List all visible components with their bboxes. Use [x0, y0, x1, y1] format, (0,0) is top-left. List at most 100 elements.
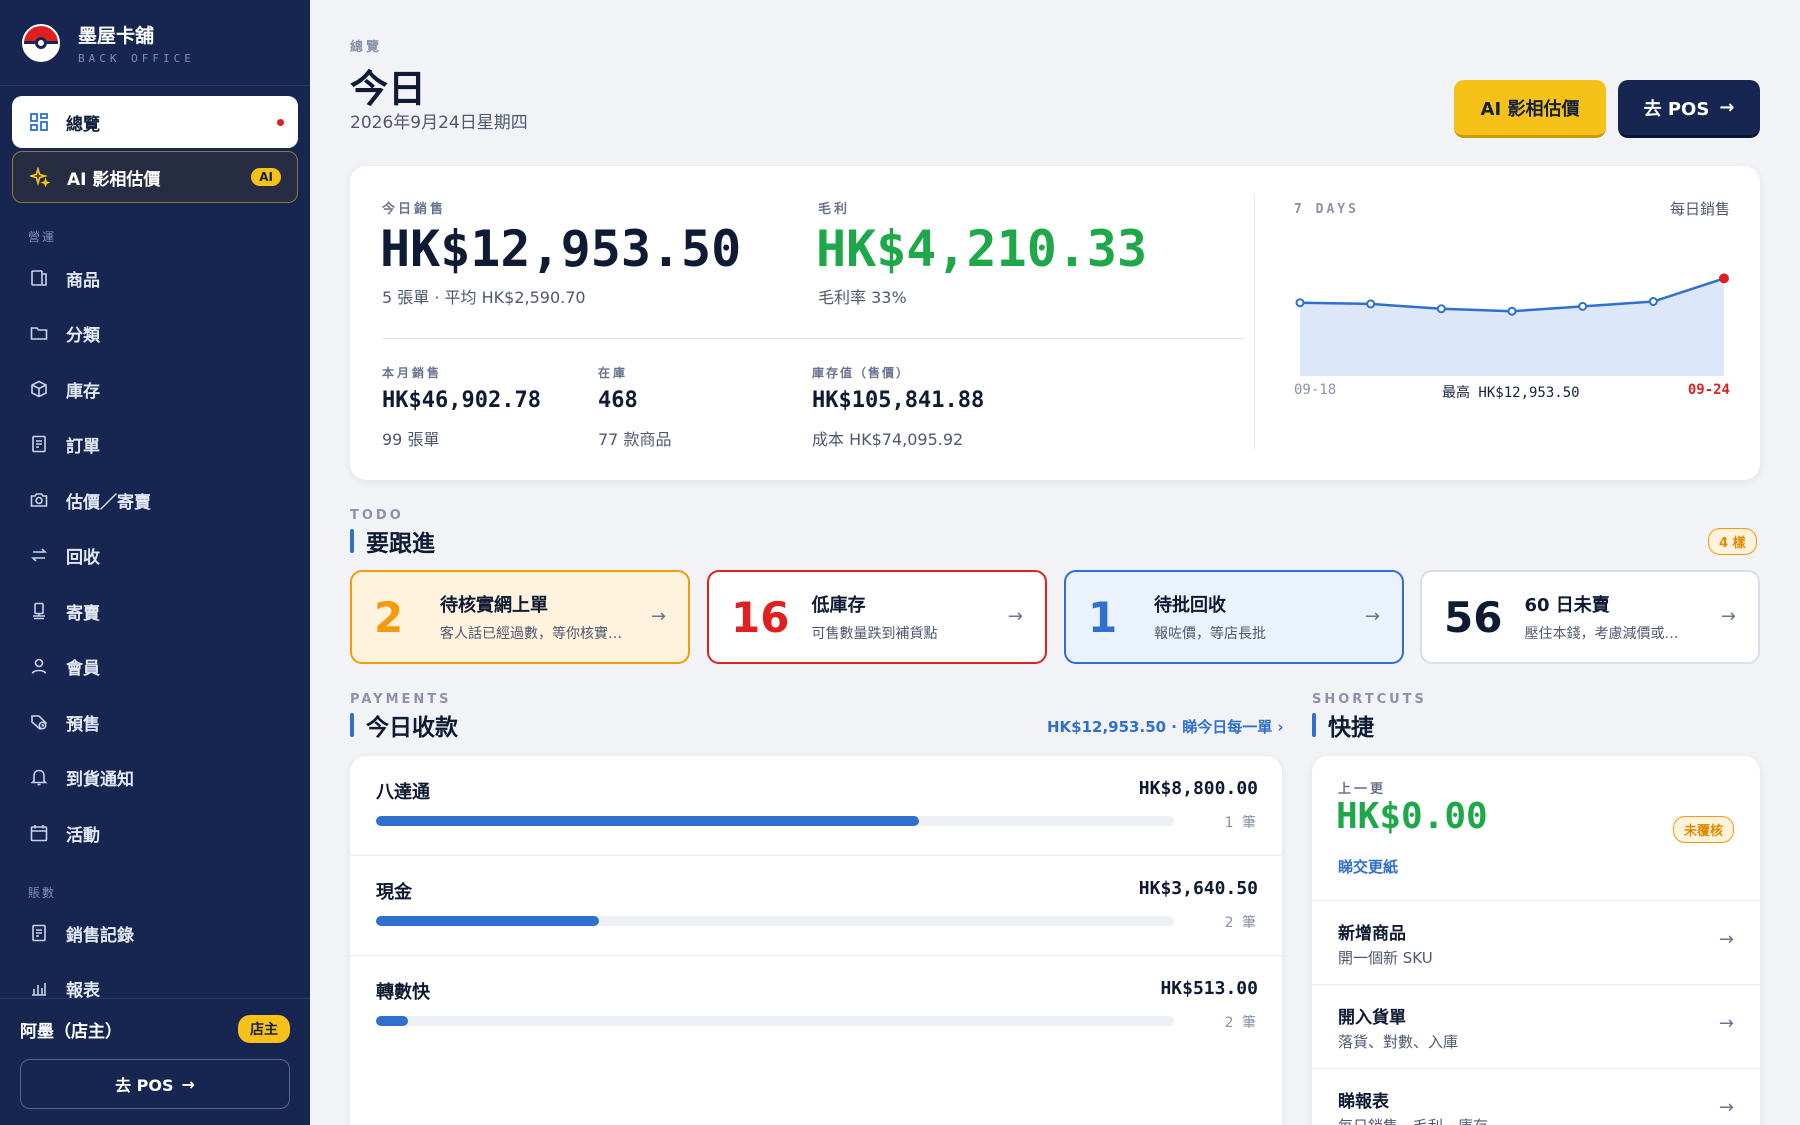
- todo-title: 60 日未賣: [1524, 595, 1610, 616]
- arrow-right-icon: →: [650, 606, 666, 627]
- go-pos-label: 去 POS: [1643, 98, 1710, 120]
- sidebar-item-label: 會員: [66, 658, 100, 679]
- page-eyebrow: 總覽: [350, 40, 383, 55]
- payment-method: 現金: [376, 882, 412, 903]
- shortcuts-heading: 快捷: [1312, 708, 1374, 742]
- todo-eyebrow: TODO: [350, 508, 404, 523]
- todo-desc: 可售數量跌到補貨點: [811, 626, 938, 642]
- sidebar-item-sales-records[interactable]: 銷售記錄: [12, 907, 298, 959]
- chart-icon: [28, 977, 50, 999]
- arrow-right-icon: →: [1718, 1097, 1734, 1118]
- todo-card-pending-buyback[interactable]: 1 待批回收 報咗價，等店長批 →: [1064, 570, 1404, 664]
- shortcut-desc: 落貨、對數、入庫: [1338, 1033, 1459, 1051]
- sidebar-item-label: 到貨通知: [66, 769, 134, 790]
- shortcut-reports[interactable]: 睇報表 每日銷售、毛利、庫存 →: [1312, 1068, 1760, 1125]
- payment-amount: HK$513.00: [1160, 978, 1258, 999]
- sidebar-item-ai-valuation[interactable]: AI 影相估價 AI: [12, 151, 298, 203]
- in-stock-sub: 77 款商品: [598, 430, 672, 449]
- sidebar-item-overview[interactable]: 總覽: [12, 96, 298, 148]
- todo-desc: 客人話已經過數，等你核實…: [440, 626, 622, 642]
- in-stock-value: 468: [598, 388, 638, 413]
- month-sales-value: HK$46,902.78: [382, 388, 541, 413]
- pos-label: 去 POS: [115, 1076, 174, 1095]
- chart-point: [1578, 301, 1588, 311]
- receipt-icon: [28, 433, 50, 455]
- sidebar-item-restock-alerts[interactable]: 到貨通知: [12, 751, 298, 803]
- sidebar-item-label: AI 影相估價: [67, 169, 161, 190]
- sidebar-item-categories[interactable]: 分類: [12, 307, 298, 359]
- sidebar-item-appraisal-consign[interactable]: 估價／寄賣: [12, 474, 298, 526]
- box-icon: [28, 378, 50, 400]
- sidebar-item-products[interactable]: 商品: [12, 252, 298, 304]
- sidebar-item-label: 商品: [66, 270, 100, 291]
- stand-icon: [28, 600, 50, 622]
- go-pos-button[interactable]: 去 POS →: [1618, 80, 1760, 138]
- payment-share-fill: [376, 916, 600, 926]
- sidebar-item-events[interactable]: 活動: [12, 807, 298, 859]
- last-shift-label: 上一更: [1338, 782, 1387, 797]
- payment-share-track: [376, 916, 1174, 926]
- chart-range-label: 7 DAYS: [1294, 202, 1359, 217]
- sidebar-item-label: 庫存: [66, 381, 100, 402]
- arrow-right-icon: →: [1719, 97, 1735, 118]
- arrow-right-icon: →: [1718, 1013, 1734, 1034]
- shortcut-new-product[interactable]: 新增商品 開一個新 SKU →: [1312, 900, 1760, 984]
- brand[interactable]: 墨屋卡舖 BACK OFFICE: [0, 0, 310, 86]
- payments-title: 今日收款: [366, 715, 458, 741]
- todo-desc: 壓住本錢，考慮減價或…: [1524, 626, 1679, 642]
- sidebar-item-label: 總覽: [66, 114, 100, 135]
- payments-details-link[interactable]: HK$12,953.50 · 睇今日每一單 ›: [1047, 716, 1284, 737]
- ai-valuation-button[interactable]: AI 影相估價: [1454, 80, 1606, 138]
- last-shift-value: HK$0.00: [1336, 796, 1488, 837]
- payments-card: 八達通 HK$8,800.00 1 筆 現金 HK$3,640.50 2 筆 轉…: [350, 756, 1282, 1125]
- todo-count: 16: [731, 592, 790, 642]
- chart-area: [1300, 278, 1724, 376]
- arrow-right-icon: →: [1364, 606, 1380, 627]
- swap-icon: [28, 544, 50, 566]
- chart-point: [1719, 273, 1729, 284]
- sidebar-item-label: 分類: [66, 325, 100, 346]
- sidebar-item-label: 估價／寄賣: [66, 492, 151, 513]
- user-name: 阿墨（店主）: [20, 1022, 122, 1042]
- payment-method: 八達通: [376, 782, 430, 803]
- in-stock-label: 在庫: [598, 366, 629, 380]
- todo-card-low-stock[interactable]: 16 低庫存 可售數量跌到補貨點 →: [707, 570, 1047, 664]
- chart-end-label: 09-24: [1687, 382, 1730, 398]
- page-date: 2026年9月24日星期四: [350, 113, 528, 133]
- sidebar-item-inventory[interactable]: 庫存: [12, 363, 298, 415]
- inventory-value-label: 庫存值（售價）: [812, 366, 911, 380]
- pokeball-logo-icon: [22, 23, 60, 62]
- todo-count: 1: [1088, 592, 1118, 642]
- todo-card-unsold-60-days[interactable]: 56 60 日未賣 壓住本錢，考慮減價或… →: [1420, 570, 1760, 664]
- todo-title: 待批回收: [1154, 595, 1226, 616]
- chart-point: [1366, 299, 1376, 309]
- sidebar-item-orders[interactable]: 訂單: [12, 418, 298, 470]
- shortcut-title: 睇報表: [1338, 1092, 1389, 1112]
- shortcut-purchase-order[interactable]: 開入貨單 落貨、對數、入庫 →: [1312, 984, 1760, 1068]
- shortcut-desc: 每日銷售、毛利、庫存: [1338, 1115, 1488, 1125]
- sidebar: 墨屋卡舖 BACK OFFICE 總覽 AI 影相估價 AI 營運 商品 分類 …: [0, 0, 310, 1125]
- shortcut-desc: 開一個新 SKU: [1338, 949, 1433, 967]
- bell-icon: [28, 766, 50, 788]
- todo-count: 2: [374, 592, 404, 642]
- sidebar-item-presale[interactable]: 預售: [12, 696, 298, 748]
- payment-row[interactable]: 八達通 HK$8,800.00 1 筆: [350, 756, 1282, 856]
- shift-report-link[interactable]: 睇交更紙: [1338, 856, 1398, 877]
- sidebar-item-label: 活動: [66, 825, 100, 846]
- sidebar-item-label: 預售: [66, 714, 100, 735]
- chart-point: [1295, 298, 1305, 308]
- receipt-icon: [28, 922, 50, 944]
- todo-card-pending-verify[interactable]: 2 待核實網上單 客人話已經過數，等你核實… →: [350, 570, 690, 664]
- nav-section-accounts: 賬數: [28, 886, 57, 900]
- sidebar-pos-button[interactable]: 去 POS →: [20, 1059, 290, 1109]
- chart-peak-label: 最高 HK$12,953.50: [1442, 385, 1580, 401]
- sidebar-item-members[interactable]: 會員: [12, 640, 298, 692]
- arrow-right-icon: →: [1007, 606, 1023, 627]
- today-sales-value: HK$12,953.50: [380, 220, 742, 278]
- sidebar-item-buyback[interactable]: 回收: [12, 529, 298, 581]
- shortcuts-title: 快捷: [1328, 715, 1374, 741]
- gross-profit-value: HK$4,210.33: [816, 220, 1148, 278]
- sidebar-item-consignment[interactable]: 寄賣: [12, 585, 298, 637]
- payment-row[interactable]: 轉數快 HK$513.00 2 筆: [350, 956, 1282, 1056]
- payment-row[interactable]: 現金 HK$3,640.50 2 筆: [350, 856, 1282, 956]
